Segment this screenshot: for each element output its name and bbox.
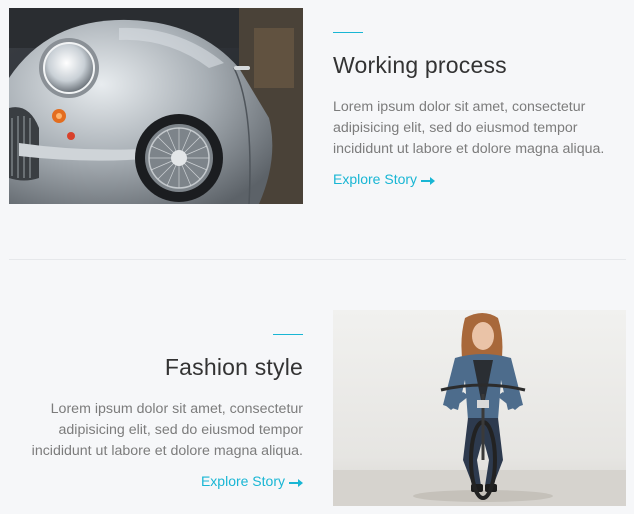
section-title: Working process [333, 52, 507, 78]
vintage-car-photo [9, 8, 303, 204]
section-description: Lorem ipsum dolor sit amet, consectetur … [333, 99, 605, 157]
section-title: Fashion style [164, 354, 303, 380]
long-arrow-right-icon [421, 171, 436, 189]
link-label: Explore Story [200, 473, 285, 489]
long-arrow-right-icon [289, 473, 303, 491]
link-label: Explore Story [333, 171, 418, 187]
section-divider [9, 259, 626, 260]
fashion-style-section: Fashion style Lorem ipsum dolor sit amet… [9, 334, 303, 491]
accent-line [273, 334, 303, 335]
section-description: Lorem ipsum dolor sit amet, consectetur … [31, 401, 303, 459]
explore-story-link[interactable]: Explore Story [201, 472, 303, 491]
accent-line [333, 32, 363, 33]
explore-story-link[interactable]: Explore Story [333, 170, 436, 189]
working-process-section: Working process Lorem ipsum dolor sit am… [333, 32, 625, 189]
woman-bicycle-photo [333, 310, 626, 506]
